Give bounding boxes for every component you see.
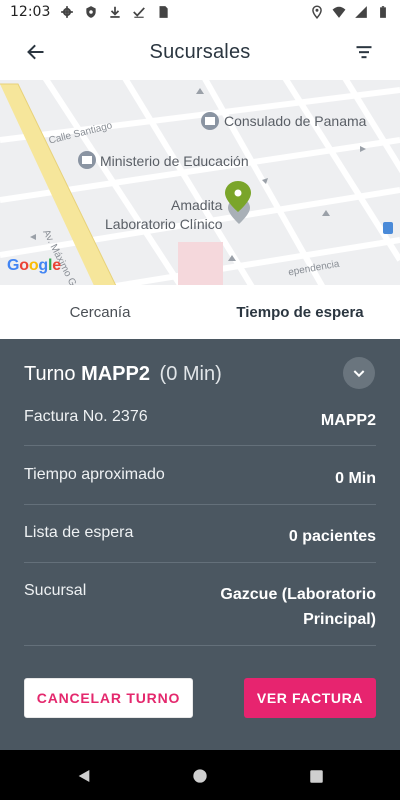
system-nav-bar: [0, 750, 400, 800]
lista-label: Lista de espera: [24, 524, 134, 541]
gear-icon: [61, 6, 74, 18]
divider: [24, 445, 376, 446]
status-time: 12:03: [10, 4, 51, 20]
triangle-back-icon: [78, 770, 90, 782]
filter-button[interactable]: [350, 38, 378, 66]
sucursal-row: Sucursal Gazcue (Laboratorio Principal): [24, 582, 376, 632]
collapse-button[interactable]: [343, 357, 375, 389]
status-bar: 12:03: [0, 0, 400, 24]
back-button[interactable]: [22, 38, 50, 66]
ver-factura-button[interactable]: VER FACTURA: [244, 678, 376, 718]
google-letter: e: [52, 257, 61, 274]
lista-value: 0 pacientes: [288, 528, 376, 545]
turno-header: Turno MAPP2 (0 Min): [24, 363, 222, 386]
shield-icon: [86, 6, 97, 18]
divider: [24, 645, 376, 646]
divider: [24, 504, 376, 505]
nav-recents-button[interactable]: [307, 767, 325, 785]
google-letter: o: [19, 257, 29, 274]
filter-icon: [356, 46, 372, 59]
signal-icon: [355, 6, 367, 18]
map-label-laboratorio: Laboratorio Clínico: [105, 216, 223, 232]
turno-time: (0 Min): [159, 363, 222, 385]
tiempo-label: Tiempo aproximado: [24, 466, 165, 483]
nav-back-button[interactable]: [75, 767, 93, 785]
chevron-down-icon: [353, 370, 365, 378]
map-label-ministerio: Ministerio de Educación: [100, 153, 249, 169]
cancel-turno-button[interactable]: CANCELAR TURNO: [24, 678, 193, 718]
tiempo-value: 0 Min: [335, 470, 376, 487]
tab-bar: Cercanía Tiempo de espera: [0, 285, 400, 339]
square-recents-icon: [309, 769, 323, 783]
tiempo-row: Tiempo aproximado 0 Min: [24, 466, 376, 491]
page-title: Sucursales: [149, 40, 251, 63]
turno-code: MAPP2: [81, 363, 150, 385]
turno-prefix: Turno: [24, 363, 76, 385]
app-bar: Sucursales: [0, 24, 400, 80]
wifi-icon: [332, 6, 346, 18]
status-left: 12:03: [10, 4, 170, 20]
download-icon: [110, 6, 121, 18]
tab-tiempo-espera[interactable]: Tiempo de espera: [200, 285, 400, 339]
tab-cercania[interactable]: Cercanía: [0, 285, 200, 339]
location-icon: [312, 5, 322, 19]
lista-row: Lista de espera 0 pacientes: [24, 524, 376, 549]
sd-card-icon: [159, 6, 169, 18]
map-label-amadita: Amadita: [171, 197, 223, 213]
sucursal-label: Sucursal: [24, 582, 87, 599]
divider: [24, 562, 376, 563]
google-letter: o: [28, 257, 39, 274]
sucursal-value-line2: Principal): [303, 611, 376, 628]
google-logo: Google: [7, 257, 61, 275]
google-letter: G: [7, 257, 20, 274]
check-icon: [133, 7, 146, 18]
sucursal-value-line1: Gazcue (Laboratorio: [220, 586, 376, 603]
arrow-left-icon: [27, 44, 44, 60]
map-label-consulado: Consulado de Panama: [224, 113, 367, 129]
google-letter: g: [38, 257, 48, 274]
battery-icon: [380, 6, 386, 18]
status-right: [310, 5, 390, 19]
nav-home-button[interactable]: [191, 767, 209, 785]
factura-value: MAPP2: [320, 412, 376, 429]
sucursal-value: Gazcue (Laboratorio Principal): [220, 582, 376, 632]
factura-label: Factura No. 2376: [24, 408, 148, 425]
turno-panel: Turno MAPP2 (0 Min) Factura No. 2376 MAP…: [0, 339, 400, 750]
circle-home-icon: [193, 769, 207, 783]
map-view[interactable]: Consulado de Panama Calle Santiago Minis…: [0, 80, 400, 285]
factura-row: Factura No. 2376 MAPP2: [24, 408, 376, 433]
